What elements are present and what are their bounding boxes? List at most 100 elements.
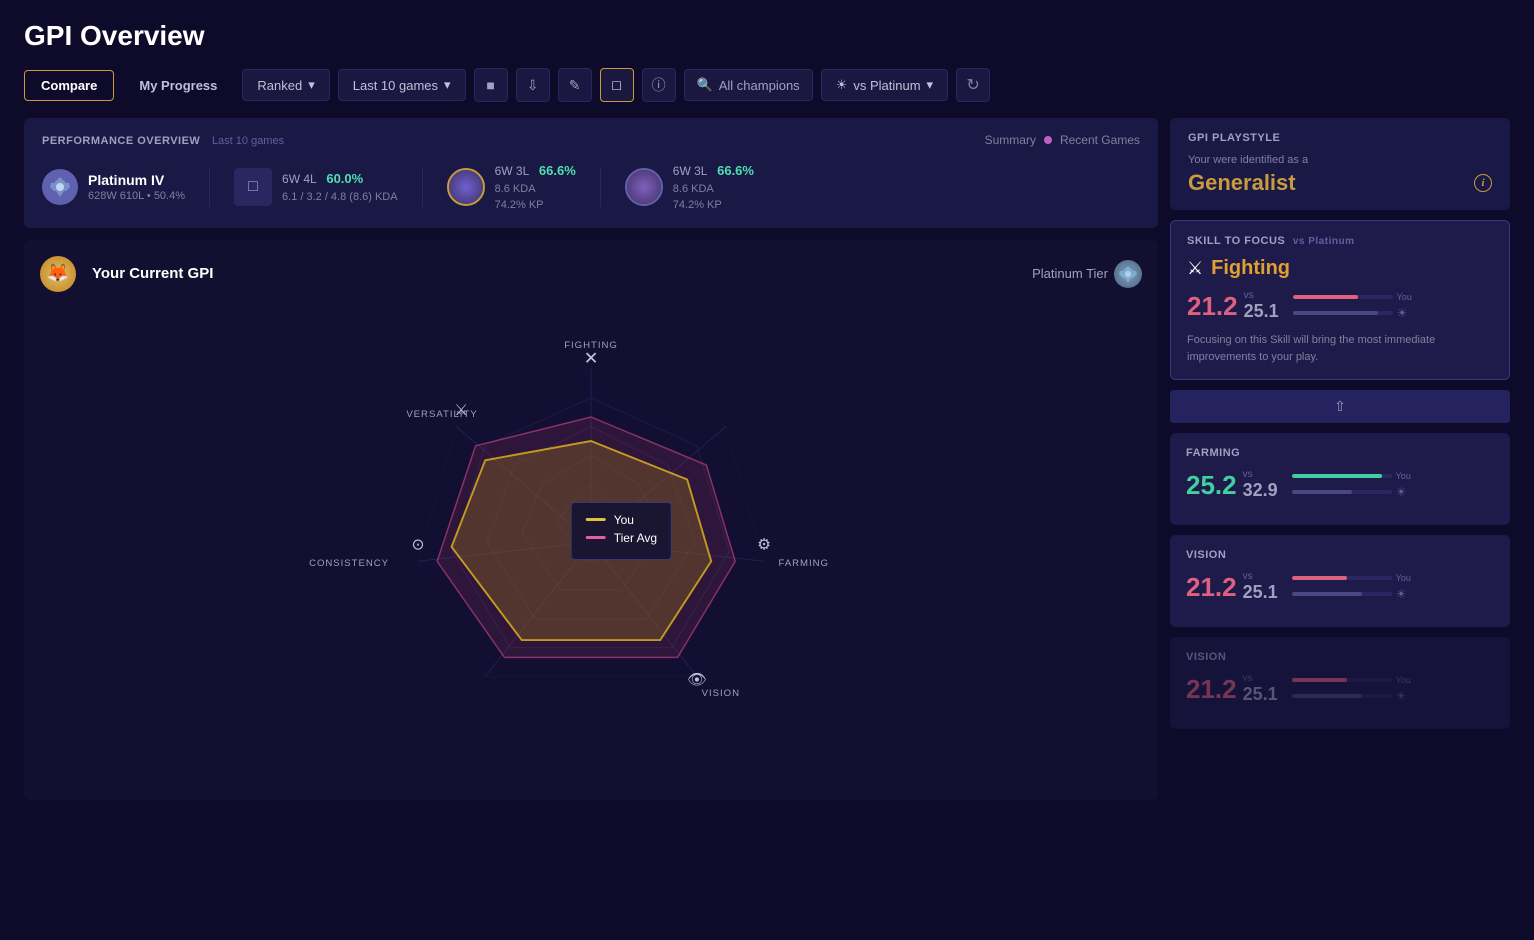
summary-toggle[interactable]: Summary Recent Games	[985, 133, 1140, 147]
gpi-avatar: 🦊	[40, 256, 76, 292]
view-icon-2[interactable]: ⇩	[516, 68, 550, 102]
games-dropdown[interactable]: Last 10 games	[338, 69, 466, 101]
skill-focus-card: SKILL TO FOCUS vs Platinum ⚔ Fighting 21…	[1170, 220, 1510, 380]
gpi-playstyle-card: GPI PLAYSTYLE Your were identified as a …	[1170, 118, 1510, 210]
vision-bar-tier-2: ☀	[1292, 689, 1411, 703]
vision-you-label-1: You	[1396, 573, 1411, 583]
vision-tier-icon-2: ☀	[1396, 689, 1407, 703]
vision-tier-icon-1: ☀	[1396, 587, 1407, 601]
svg-text:⚔: ⚔	[454, 402, 468, 419]
info-icon-btn[interactable]: ⓘ	[642, 68, 676, 102]
main-content: PERFORMANCE OVERVIEW Last 10 games Summa…	[24, 118, 1510, 800]
rank-record: 628W 610L • 50.4%	[88, 190, 185, 202]
champ1-wl: 6W 3L	[495, 164, 530, 178]
view-icon-1[interactable]: ■	[474, 68, 508, 102]
refresh-icon: ↻	[966, 75, 979, 95]
vision-vs-label-1: vs	[1243, 571, 1278, 582]
refresh-button[interactable]: ↻	[956, 68, 990, 102]
champion-search[interactable]: 🔍 All champions	[684, 69, 813, 101]
chevron-down-icon	[927, 77, 934, 93]
tab-compare[interactable]: Compare	[24, 70, 114, 101]
gpi-identified-label: Your were identified as a	[1188, 154, 1492, 166]
svg-text:👁: 👁	[687, 671, 707, 688]
info-circle-icon[interactable]: i	[1474, 174, 1492, 192]
platinum-tier: Platinum Tier	[1032, 260, 1142, 288]
score-bars: You ☀	[1293, 292, 1412, 320]
svg-text:FARMING: FARMING	[779, 558, 830, 569]
gpi-current-label: Your Current GPI	[92, 265, 213, 282]
gpi-main-card: 🦊 Your Current GPI Platinum Tier	[24, 240, 1158, 800]
champ-icon-2	[625, 168, 663, 206]
top-nav: Compare My Progress Ranked Last 10 games…	[24, 68, 1510, 102]
toggle-dot	[1044, 136, 1052, 144]
vision-title-1: VISION	[1186, 549, 1494, 561]
vision-bar-you-2: You	[1292, 675, 1411, 685]
radar-container: FIGHTING FARMING VISION CONSISTENCY VERS…	[40, 302, 1142, 782]
svg-text:✕: ✕	[584, 348, 599, 368]
vs-dropdown[interactable]: ☀ vs Platinum	[821, 69, 948, 101]
bar-you: You	[1293, 292, 1412, 302]
gpi-type: Generalist i	[1188, 170, 1492, 196]
collapse-button[interactable]: ⇧	[1170, 390, 1510, 423]
ranked-dropdown[interactable]: Ranked	[242, 69, 329, 101]
champ1-wr: 66.6%	[539, 163, 576, 178]
edit-icon[interactable]: ✎	[558, 68, 592, 102]
legend-tier: Tier Avg	[586, 531, 657, 545]
vs-icon: ☀	[836, 77, 848, 93]
stat-icon: □	[234, 168, 272, 206]
champ1-kp: 74.2% KP	[495, 197, 576, 214]
rank-info: Platinum IV 628W 610L • 50.4%	[42, 169, 185, 205]
vision-bar-tier-1: ☀	[1292, 587, 1411, 601]
score-tier: 25.1	[1244, 301, 1279, 322]
champ2-wr: 66.6%	[717, 163, 754, 178]
tier-bar-icon: ☀	[1397, 306, 1408, 320]
stat-wl: 6W 4L	[282, 172, 317, 186]
farming-score-bars: You ☀	[1292, 471, 1411, 499]
chart-legend: You Tier Avg	[571, 502, 672, 560]
vision-score-you-2: 21.2	[1186, 674, 1237, 704]
farming-tier-icon: ☀	[1396, 485, 1407, 499]
farming-vs-label: vs	[1243, 469, 1278, 480]
right-panel: GPI PLAYSTYLE Your were identified as a …	[1170, 118, 1510, 800]
vision-bar-you-1: You	[1292, 573, 1411, 583]
champ-stat-1: 6W 3L 66.6% 8.6 KDA 74.2% KP	[447, 161, 576, 214]
tier-icon	[1114, 260, 1142, 288]
you-bar-label: You	[1397, 292, 1412, 302]
score-you: 21.2	[1187, 291, 1238, 321]
chevron-down-icon	[444, 77, 451, 93]
vision-vs-label-2: vs	[1243, 673, 1278, 684]
legend-you: You	[586, 513, 657, 527]
vision-score-bars-1: You ☀	[1292, 573, 1411, 601]
farming-you-label: You	[1396, 471, 1411, 481]
view-icon-active[interactable]: □	[600, 68, 634, 102]
perf-subtitle: Last 10 games	[212, 135, 284, 147]
vision-score-bars-2: You ☀	[1292, 675, 1411, 703]
svg-text:⊙: ⊙	[411, 536, 424, 553]
tab-myprogress[interactable]: My Progress	[122, 70, 234, 101]
champ-icon-1	[447, 168, 485, 206]
champ2-kp: 74.2% KP	[673, 197, 754, 214]
champ2-kda: 8.6 KDA	[673, 181, 754, 198]
farming-score-tier: 32.9	[1243, 480, 1278, 501]
svg-text:CONSISTENCY: CONSISTENCY	[309, 558, 389, 569]
champ2-wl: 6W 3L	[673, 164, 708, 178]
champ-stat-2: 6W 3L 66.6% 8.6 KDA 74.2% KP	[625, 161, 754, 214]
champ1-kda: 8.6 KDA	[495, 181, 576, 198]
perf-header: PERFORMANCE OVERVIEW Last 10 games Summa…	[42, 132, 1140, 147]
rank-icon	[42, 169, 78, 205]
svg-text:VISION: VISION	[702, 687, 740, 698]
vision-scores-2: 21.2 vs 25.1 You ☀	[1186, 673, 1494, 705]
vision-you-label-2: You	[1396, 675, 1411, 685]
farming-score-you: 25.2	[1186, 470, 1237, 500]
champ2-data: 6W 3L 66.6% 8.6 KDA 74.2% KP	[673, 161, 754, 214]
chevron-up-icon: ⇧	[1334, 398, 1346, 415]
farming-bar-you: You	[1292, 471, 1411, 481]
stat-data-1: 6W 4L 60.0% 6.1 / 3.2 / 4.8 (8.6) KDA	[282, 169, 398, 205]
skill-scores: 21.2 vs 25.1 You ☀	[1187, 290, 1493, 322]
divider2	[422, 167, 423, 207]
chevron-down-icon	[308, 77, 315, 93]
rank-name: Platinum IV	[88, 172, 185, 188]
farming-title: FARMING	[1186, 447, 1494, 459]
stat-kda: 6.1 / 3.2 / 4.8 (8.6) KDA	[282, 189, 398, 206]
vision-scores-1: 21.2 vs 25.1 You ☀	[1186, 571, 1494, 603]
